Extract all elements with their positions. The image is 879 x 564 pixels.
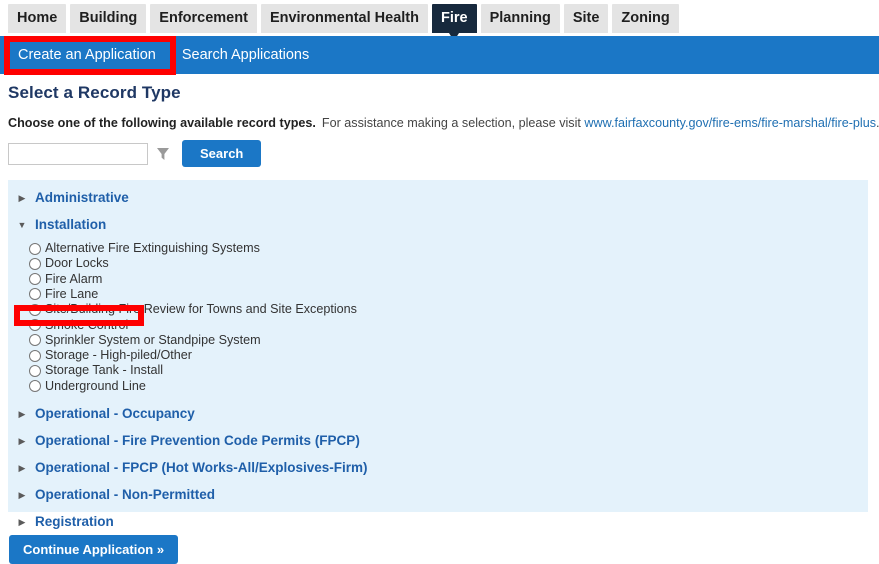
record-type-option[interactable]: Storage Tank - Install — [29, 363, 163, 378]
record-type-radio[interactable] — [29, 303, 41, 316]
record-type-panel: ▶ Administrative ▼ Installation Alternative … — [8, 180, 868, 529]
chevron-right-icon[interactable]: ▶ — [15, 191, 29, 205]
chevron-right-icon[interactable]: ▶ — [15, 461, 29, 475]
continue-application-button[interactable]: Continue Application » — [9, 535, 179, 564]
record-type-option[interactable]: Sprinkler System or Standpipe System — [29, 333, 261, 348]
module-tab-strip: Home Building Enforcement Environmental Hea… — [0, 0, 879, 41]
record-type-option[interactable]: Underground Line — [29, 379, 146, 394]
record-group-operational-non-permitted[interactable]: ▶ Operational - Non-Permitted — [15, 487, 215, 502]
record-group-operational-occupancy[interactable]: ▶ Operational - Occupancy — [15, 406, 195, 421]
record-type-radio[interactable] — [29, 349, 41, 362]
record-type-label: Storage Tank - Install — [45, 363, 164, 378]
record-type-label: Storage - High-piled/Other — [45, 348, 192, 363]
search-input[interactable] — [8, 142, 148, 165]
module-tab-site[interactable]: Site — [563, 4, 609, 33]
record-group-label: Registration — [35, 514, 114, 529]
instructions-bold: Choose one of the following available re… — [8, 116, 316, 130]
record-type-radio[interactable] — [29, 273, 41, 286]
record-type-radio[interactable] — [29, 242, 41, 255]
subnav-item-search-applications[interactable]: Search Applications — [173, 41, 318, 69]
chevron-right-icon[interactable]: ▶ — [15, 488, 29, 502]
record-group-label: Operational - FPCP (Hot Works-All/Explos… — [35, 460, 368, 475]
chevron-right-icon[interactable]: ▶ — [15, 434, 29, 448]
record-type-radio[interactable] — [29, 288, 41, 301]
module-tab-zoning[interactable]: Zoning — [612, 4, 679, 33]
record-type-radio[interactable] — [29, 364, 41, 377]
sub-navigation-bar: Create an Application Search Applications — [0, 36, 879, 74]
record-group-operational-fire-prevention-code-permits-fpcp[interactable]: ▶ Operational - Fire Prevention Code Perm… — [15, 433, 360, 448]
record-type-option[interactable]: Storage - High-piled/Other — [29, 348, 192, 363]
chevron-right-icon[interactable]: ▶ — [15, 407, 29, 421]
record-type-label: Sprinkler System or Standpipe System — [45, 332, 261, 347]
chevron-right-icon[interactable]: ▶ — [15, 515, 29, 529]
record-type-label: Fire Alarm — [45, 271, 103, 286]
module-tab-building[interactable]: Building — [70, 4, 147, 33]
record-group-installation[interactable]: ▼ Installation — [15, 217, 107, 232]
chevron-down-icon[interactable]: ▼ — [15, 218, 29, 232]
record-type-radio[interactable] — [29, 319, 41, 331]
record-type-radio[interactable] — [29, 380, 41, 393]
record-group-label: Operational - Non-Permitted — [35, 487, 216, 502]
record-type-radio[interactable] — [29, 257, 41, 270]
record-type-label: Smoke Control — [45, 317, 129, 332]
record-group-label: Operational - Occupancy — [35, 406, 195, 421]
record-type-label: Underground Line — [45, 378, 146, 393]
filter-funnel-icon[interactable] — [156, 146, 170, 162]
record-group-label: Administrative — [35, 190, 129, 205]
record-type-option[interactable]: Fire Alarm — [29, 272, 102, 287]
record-type-option[interactable]: Fire Lane — [29, 287, 98, 302]
record-type-label: Door Locks — [45, 256, 109, 271]
record-group-administrative[interactable]: ▶ Administrative — [15, 190, 129, 205]
module-tab-planning[interactable]: Planning — [480, 4, 560, 33]
module-tab-enforcement[interactable]: Enforcement — [150, 4, 257, 33]
record-type-option[interactable]: Alternative Fire Extinguishing Systems — [29, 241, 260, 256]
record-type-option[interactable]: Door Locks — [29, 256, 109, 271]
subnav-item-create-an-application[interactable]: Create an Application — [9, 41, 165, 69]
record-group-registration[interactable]: ▶ Registration — [15, 514, 114, 529]
module-tab-environmental-health[interactable]: Environmental Health — [260, 4, 428, 33]
record-type-radio[interactable] — [29, 334, 41, 347]
instructions-rest: For assistance making a selection, pleas… — [321, 116, 581, 130]
record-type-label: Site/Building Fire Review for Towns and … — [45, 302, 357, 317]
search-button[interactable]: Search — [182, 140, 262, 167]
record-type-option[interactable]: Smoke Control — [29, 318, 128, 333]
fire-plus-link[interactable]: www.fairfaxcounty.gov/fire-ems/fire-mars… — [584, 116, 876, 130]
record-type-label: Alternative Fire Extinguishing Systems — [45, 241, 260, 255]
search-row: Search — [8, 140, 262, 167]
record-type-option[interactable]: Site/Building Fire Review for Towns and … — [29, 302, 357, 317]
module-tab-home[interactable]: Home — [8, 4, 67, 33]
page-title: Select a Record Type — [8, 83, 181, 102]
record-group-label: Installation — [35, 217, 107, 232]
module-tab-fire[interactable]: Fire — [432, 4, 477, 41]
module-tab-list: Home Building Enforcement Environmental Hea… — [8, 4, 679, 41]
sub-navigation-items: Create an Application Search Applications — [9, 36, 318, 74]
record-group-label: Operational - Fire Prevention Code Permi… — [35, 433, 360, 448]
instructions-text: Choose one of the following available re… — [8, 115, 879, 131]
record-type-label: Fire Lane — [45, 286, 99, 301]
record-group-operational-fpcp-hot-works-all-explosives-firm[interactable]: ▶ Operational - FPCP (Hot Works-All/Explo… — [15, 460, 368, 475]
